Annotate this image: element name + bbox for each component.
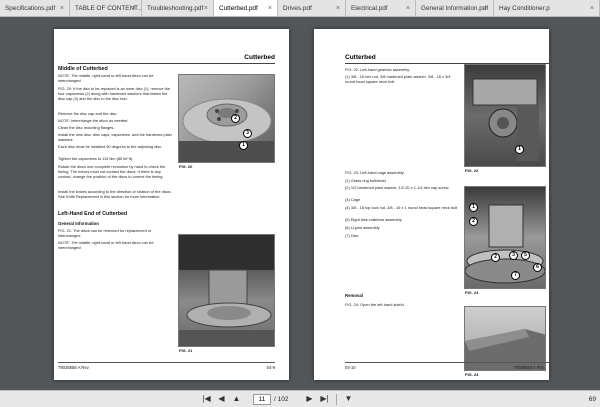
section-title: Middle of Cutterbed [58, 66, 108, 72]
section-title: Left-Hand End of Cutterbed [58, 211, 127, 217]
last-page-button[interactable]: ▶| [318, 393, 331, 405]
pdf-page-right: Cutterbed FIG. 22: Left-hand gearbox ass… [314, 29, 549, 380]
tab[interactable]: Hay Conditioner.p × [494, 0, 600, 17]
step-text: Each disc must be installed 90 degrees t… [58, 144, 172, 149]
callout-marker: 1 [469, 203, 478, 212]
footer-docnum: 79036558 A Rev. [58, 365, 90, 370]
callout-marker: 1 [515, 145, 524, 154]
callout-marker: 2 [231, 114, 240, 123]
callout-marker: 6 [533, 263, 542, 272]
tab-label: Specifications.pdf [5, 5, 55, 12]
figure-label: FIG. 22 [465, 168, 478, 173]
fig22-title: FIG. 22: Left-hand gearbox assembly. [345, 67, 459, 72]
page-number-input[interactable]: 11 [253, 394, 271, 405]
tab-label: Drives.pdf [283, 5, 312, 12]
fig22-item: (1) 3/8 - 16 hex nut, 3/8 hardened plain… [345, 74, 459, 84]
tab-label: Hay Conditioner.p [499, 5, 550, 12]
page-total: / 102 [274, 394, 288, 405]
close-tab-icon[interactable]: × [484, 0, 488, 17]
tab-label: General Information.pdf [421, 5, 488, 12]
tab-label: Troubleshooting.pdf [147, 5, 203, 12]
close-tab-icon[interactable]: × [336, 0, 340, 17]
footer-rule [58, 362, 275, 363]
step-text: Clean the disc mounting flanges. [58, 125, 172, 130]
tab[interactable]: Specifications.pdf × [0, 0, 70, 17]
callout-marker: 2 [491, 253, 500, 262]
figure-label: FIG. 24 [465, 372, 478, 377]
fig23-legend-item: (7) Disc [345, 233, 459, 238]
fig23-legend-item: (1) Grass ring bulkhead [345, 178, 459, 183]
callout-marker: 2 [469, 217, 478, 226]
prev-page-button[interactable]: ◀ [215, 393, 228, 405]
fig24-text: FIG. 24: Open the left-hand shield. [345, 302, 459, 307]
note-text: NOTE: The middle, right-hand or left-han… [58, 240, 172, 250]
status-bar: |◀ ◀ ▲ 11 / 102 ▶ ▶| ▼ 69 [0, 390, 600, 407]
pdf-page-left: Cutterbed Middle of Cutterbed NOTE: The … [54, 29, 289, 380]
step-text: Tighten the capscrews to 115 Nm (85 lbf·… [58, 156, 172, 161]
callout-marker: 7 [511, 271, 520, 280]
footer-pagenum: 04-10 [345, 365, 356, 370]
tab[interactable]: TABLE OF CONTENT....× [70, 0, 142, 17]
callout-marker: 5 [521, 251, 530, 260]
tab-label: Electrical.pdf [351, 5, 388, 12]
footer-pagenum: 04-9 [267, 365, 275, 370]
callout-marker: 1 [239, 141, 248, 150]
removal-title: Removal [345, 293, 363, 298]
fig22-photo: 1 [464, 64, 546, 167]
fig20-text: FIG. 20: If the disc to be replaced is a… [58, 86, 172, 102]
pdf-viewer[interactable]: Cutterbed Middle of Cutterbed NOTE: The … [0, 17, 600, 390]
fig23-legend-item: (2) 1/2 hardened plain washer, 1/2-20 x … [345, 185, 459, 190]
callout-marker: 3 [243, 129, 252, 138]
note-text: NOTE: Interchange the discs as needed. [58, 118, 172, 123]
tab[interactable]: Drives.pdf × [278, 0, 346, 17]
close-tab-icon[interactable]: × [590, 0, 594, 17]
footer-rule [345, 362, 549, 363]
zoom-level[interactable]: 69 [589, 394, 596, 405]
tab[interactable]: General Information.pdf× [416, 0, 494, 17]
subsection-title: General Information [58, 221, 99, 226]
tab[interactable]: Electrical.pdf × [346, 0, 416, 17]
page-header: Cutterbed [345, 54, 376, 61]
header-rule [68, 63, 275, 64]
step-text: Install the knives according to the dire… [58, 189, 172, 199]
fig23-legend-item: (5) Eight disk cutterbar assembly [345, 217, 459, 222]
page-header: Cutterbed [244, 54, 275, 61]
fig21-text: FIG. 21: The discs can be removed for re… [58, 228, 172, 238]
callout-marker: 3 [509, 251, 518, 260]
step-text: Install the new disc, disc caps, capscre… [58, 132, 172, 142]
arrow-down-icon[interactable]: ▼ [342, 393, 355, 405]
footer-docnum: 79036558 A Rev. [513, 365, 545, 370]
step-text: Remove the disc cap and the disc. [58, 111, 172, 116]
fig23-title: FIG. 23: Left-hand cage assembly. [345, 170, 459, 175]
next-page-button[interactable]: ▶ [303, 393, 316, 405]
fig23-photo: 1 2 2 3 5 6 7 [464, 186, 546, 289]
fig20-photo: 2 3 1 [178, 74, 275, 163]
close-tab-icon[interactable]: × [204, 0, 208, 17]
fig23-legend-item: (3) Cage [345, 197, 459, 202]
close-tab-icon[interactable]: × [132, 0, 136, 17]
fig23-legend-item: (4) 3/8 - 16 top lock nut, 3/8 - 16 x 1 … [345, 205, 459, 210]
arrow-up-icon[interactable]: ▲ [230, 393, 243, 405]
figure-label: FIG. 21 [179, 348, 192, 353]
note-text: NOTE: The middle, right-hand or left-han… [58, 73, 172, 83]
tab[interactable]: Troubleshooting.pdf× [142, 0, 214, 17]
close-tab-icon[interactable]: × [406, 0, 410, 17]
first-page-button[interactable]: |◀ [200, 393, 213, 405]
close-tab-icon[interactable]: × [268, 0, 272, 17]
figure-label: FIG. 23 [465, 290, 478, 295]
divider [336, 394, 337, 405]
tab-label: Cutterbed.pdf [219, 5, 258, 12]
fig21-photo [178, 234, 275, 347]
step-text: Rotate the discs one complete revolution… [58, 164, 172, 180]
close-tab-icon[interactable]: × [60, 0, 64, 17]
tab-bar: Specifications.pdf×TABLE OF CONTENT....×… [0, 0, 600, 17]
tab[interactable]: Cutterbed.pdf × [214, 0, 278, 17]
fig23-legend-item: (6) U-joint assembly [345, 225, 459, 230]
figure-label: FIG. 20 [179, 164, 192, 169]
